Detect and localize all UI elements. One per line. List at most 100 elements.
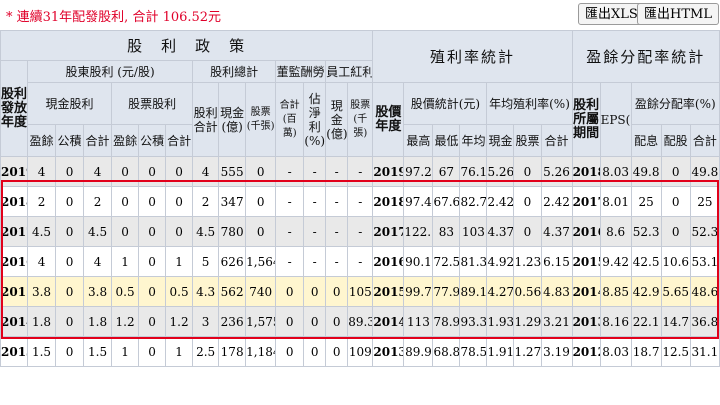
- header-dividend-sum: 股利合計: [192, 82, 220, 157]
- dividend-table: 股 利 政 策 殖利率統計 盈餘分配率統計 股利發放年度 股東股利 (元/股) …: [0, 30, 720, 367]
- header-employee-cash: 現金(億): [325, 82, 349, 157]
- table-cell: 0: [513, 186, 542, 217]
- header-stock-total: 股票(千張): [245, 82, 277, 157]
- header-payout-year: 股利發放年度: [0, 60, 29, 157]
- table-cell: 5.65: [660, 276, 691, 307]
- table-cell: 25: [630, 186, 662, 217]
- header-employee-bonus: 員工紅利: [325, 60, 374, 83]
- header-price-high: 最高: [403, 124, 434, 157]
- table-header: 股 利 政 策 殖利率統計 盈餘分配率統計 股利發放年度 股東股利 (元/股) …: [0, 30, 720, 157]
- table-row: 20153.803.80.500.54.3562740000105201599.…: [0, 276, 720, 307]
- table-cell: 14.7: [660, 306, 691, 337]
- table-cell: 4.5: [83, 216, 113, 247]
- header-cash-sum: 合計: [83, 124, 113, 157]
- header-cash-dividend: 現金股利: [27, 82, 113, 125]
- table-cell: 0: [325, 336, 349, 367]
- table-cell: 0: [245, 216, 277, 247]
- table-cell: -: [303, 156, 327, 187]
- table-cell: 0: [245, 186, 277, 217]
- table-cell: 8.03: [599, 336, 632, 367]
- table-row: 201940400045550----201997.26776.15.2605.…: [0, 156, 720, 187]
- table-row: 20141.801.81.201.232361,57500089.3201411…: [0, 306, 720, 337]
- table-cell: 89.9: [403, 336, 434, 367]
- table-cell: 0: [165, 216, 194, 247]
- table-cell: 93.3: [459, 306, 488, 337]
- table-cell: 1,564: [245, 246, 277, 277]
- table-cell: -: [275, 186, 305, 217]
- table-cell: 4.37: [486, 216, 515, 247]
- table-cell: 77.9: [432, 276, 461, 307]
- table-cell: 0: [325, 306, 349, 337]
- table-cell: 0: [513, 216, 542, 247]
- table-cell: 31.1: [689, 336, 720, 367]
- table-cell: 67.6: [432, 186, 461, 217]
- table-cell: 562: [218, 276, 247, 307]
- table-cell: 2018: [0, 186, 29, 217]
- table-cell: 0: [513, 156, 542, 187]
- table-cell: 1.93: [486, 306, 515, 337]
- table-cell: 0: [303, 336, 327, 367]
- table-cell: 49.8: [689, 156, 720, 187]
- table-cell: 5.26: [486, 156, 515, 187]
- table-cell: 2013: [0, 336, 29, 367]
- export-xls-button[interactable]: 匯出XLS: [578, 3, 645, 25]
- table-cell: 18.7: [630, 336, 662, 367]
- table-cell: 1.91: [486, 336, 515, 367]
- table-cell: 89.3: [347, 306, 374, 337]
- table-cell: 0: [55, 276, 85, 307]
- table-cell: -: [347, 186, 374, 217]
- table-cell: 90.1: [403, 246, 434, 277]
- table-cell: 105: [347, 276, 374, 307]
- table-cell: 1: [111, 336, 140, 367]
- table-cell: 68.8: [432, 336, 461, 367]
- table-cell: 0: [138, 336, 167, 367]
- table-cell: 0: [138, 276, 167, 307]
- table-cell: -: [347, 156, 374, 187]
- table-cell: 0: [55, 156, 85, 187]
- table-cell: -: [325, 156, 349, 187]
- table-cell: 1: [165, 246, 194, 277]
- table-cell: 109: [347, 336, 374, 367]
- table-cell: 0: [325, 276, 349, 307]
- table-cell: 555: [218, 156, 247, 187]
- table-cell: 6.15: [540, 246, 573, 277]
- table-cell: 0.5: [165, 276, 194, 307]
- table-cell: 67: [432, 156, 461, 187]
- table-cell: -: [275, 216, 305, 247]
- table-cell: 82.7: [459, 186, 488, 217]
- table-row: 20131.501.51012.51781,184000109201389.96…: [0, 336, 720, 367]
- table-cell: 0: [138, 216, 167, 247]
- header-price-avg: 年均: [459, 124, 488, 157]
- table-cell: 1.23: [513, 246, 542, 277]
- header-yield-total: 合計: [540, 124, 573, 157]
- table-cell: -: [303, 246, 327, 277]
- table-cell: -: [325, 246, 349, 277]
- table-cell: -: [347, 216, 374, 247]
- table-cell: 178: [218, 336, 247, 367]
- table-cell: 2019: [0, 156, 29, 187]
- table-cell: 236: [218, 306, 247, 337]
- header-payout-total: 合計: [689, 124, 720, 157]
- table-cell: 4.27: [486, 276, 515, 307]
- header-dividend-policy: 股 利 政 策: [0, 30, 374, 61]
- table-cell: 3.8: [27, 276, 57, 307]
- table-cell: 0: [245, 156, 277, 187]
- table-cell: 1.2: [165, 306, 194, 337]
- table-cell: 1.27: [513, 336, 542, 367]
- table-cell: 2013: [372, 336, 405, 367]
- table-cell: 3.21: [540, 306, 573, 337]
- table-cell: 0: [275, 306, 305, 337]
- table-cell: 2017: [372, 216, 405, 247]
- table-cell: 8.01: [599, 186, 632, 217]
- export-html-button[interactable]: 匯出HTML: [637, 3, 719, 25]
- table-cell: 97.2: [403, 156, 434, 187]
- table-cell: 2016: [372, 246, 405, 277]
- table-cell: 49.8: [630, 156, 662, 187]
- table-cell: 8.6: [599, 216, 632, 247]
- table-cell: 1,184: [245, 336, 277, 367]
- table-cell: 2018: [571, 156, 601, 187]
- header-yield-stock: 股票: [513, 124, 542, 157]
- table-cell: 2.42: [486, 186, 515, 217]
- table-cell: 2: [192, 186, 220, 217]
- table-cell: 780: [218, 216, 247, 247]
